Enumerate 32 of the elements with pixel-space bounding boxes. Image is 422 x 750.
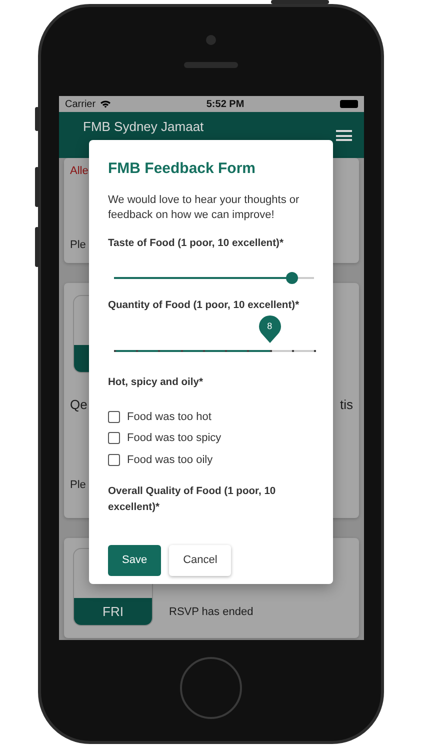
app-title: FMB Sydney Jamaat bbox=[83, 118, 204, 136]
rsvp-status: RSVP has ended bbox=[169, 604, 254, 620]
speaker-grille bbox=[184, 62, 238, 68]
camera-icon bbox=[206, 35, 216, 45]
carrier-label: Carrier bbox=[65, 98, 96, 112]
cancel-button[interactable]: Cancel bbox=[169, 545, 232, 576]
question-label: Hot, spicy and oily* bbox=[108, 376, 204, 390]
checkbox[interactable] bbox=[108, 432, 120, 444]
intro-text: We would love to hear your thoughts or feedback on how we can improve! bbox=[108, 192, 300, 224]
dialog-title: FMB Feedback Form bbox=[108, 159, 257, 179]
battery-icon bbox=[340, 100, 358, 108]
value-label: 8 bbox=[266, 320, 274, 332]
alert-text: Alle bbox=[70, 164, 88, 179]
card-text: Ple bbox=[70, 478, 87, 492]
card-heading: Qe bbox=[70, 396, 88, 414]
question-label: Taste of Food (1 poor, 10 excellent)* bbox=[108, 237, 284, 252]
save-button[interactable]: Save bbox=[108, 545, 162, 576]
card-text: Ple bbox=[70, 238, 87, 253]
checkbox-label: Food was too spicy bbox=[127, 431, 222, 446]
slider-thumb[interactable] bbox=[286, 272, 298, 284]
checkbox[interactable] bbox=[108, 454, 120, 466]
question-label: Quantity of Food (1 poor, 10 excellent)* bbox=[108, 298, 300, 313]
day-label: FRI bbox=[74, 598, 152, 625]
checkbox-label: Food was too oily bbox=[127, 452, 213, 468]
wifi-icon bbox=[100, 100, 111, 108]
card-heading: tis bbox=[340, 396, 353, 414]
slider-track[interactable] bbox=[114, 272, 314, 284]
checkbox[interactable] bbox=[108, 410, 120, 423]
clock-time: 5:52 PM bbox=[206, 98, 244, 112]
checkbox-label: Food was too hot bbox=[127, 410, 212, 425]
menu-icon[interactable] bbox=[336, 130, 352, 141]
question-label: Overall Quality of Food (1 poor, 10 excellent)* bbox=[108, 485, 277, 515]
